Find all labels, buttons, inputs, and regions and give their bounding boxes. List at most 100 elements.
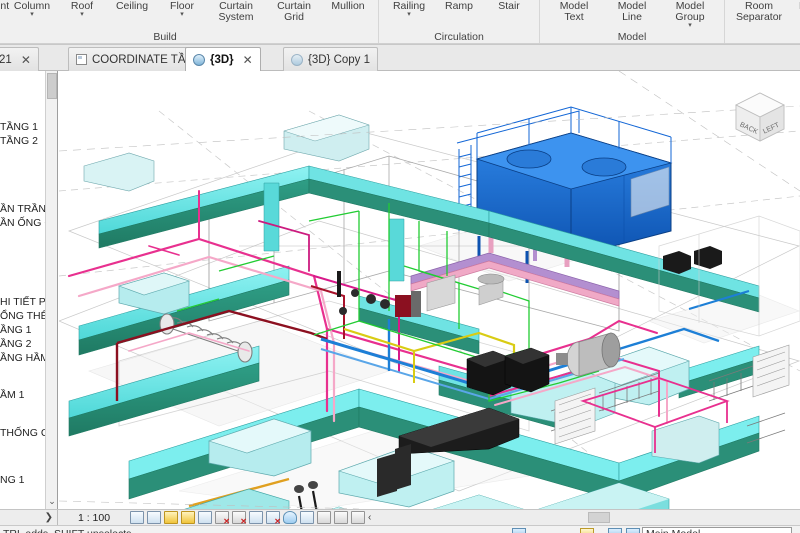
ribbon-button-room[interactable]: Room Separator bbox=[731, 0, 787, 24]
ribbon-panel-title-text: Circulation bbox=[434, 31, 484, 43]
curtain-system-icon bbox=[223, 0, 249, 1]
ribbon-button-model[interactable]: Model Group ▾ bbox=[662, 0, 718, 30]
project-browser-item[interactable]: TẦNG 2 bbox=[0, 135, 38, 148]
ribbon-panel-buttons: Railing ▾ Ramp Stair bbox=[385, 0, 533, 30]
model-text-icon bbox=[561, 0, 587, 1]
temporary-view-properties-icon[interactable] bbox=[300, 511, 314, 524]
reveal-hidden-elements-icon[interactable] bbox=[283, 511, 297, 524]
ribbon-button-label: Stair bbox=[498, 0, 520, 12]
ribbon-button-dropdown-caret-icon[interactable]: ▾ bbox=[688, 22, 692, 29]
curtain-grid-icon bbox=[281, 0, 307, 1]
ribbon-button-label-line2: Text bbox=[564, 11, 584, 23]
filter-icon[interactable] bbox=[580, 528, 594, 533]
ribbon-button-mullion[interactable]: Mullion bbox=[324, 0, 372, 13]
ribbon-button-label: Mullion bbox=[331, 0, 365, 12]
selection-dropdown-caret-icon[interactable]: ⌄ bbox=[567, 529, 575, 533]
view3d-icon bbox=[193, 53, 205, 66]
ribbon-panel-buttons: RoomSeparatorRoom▾TagRoom▾Tag Area▾ bbox=[731, 0, 800, 30]
worksharing-icon[interactable] bbox=[511, 528, 526, 533]
view-cube-geometry: BACK LEFT bbox=[735, 92, 785, 142]
view-tab-label: {3D} Copy 1 bbox=[308, 53, 371, 66]
visual-style-icon[interactable] bbox=[147, 511, 161, 524]
model-line-icon bbox=[619, 0, 645, 1]
ribbon-button-roof[interactable]: Roof ▾ bbox=[58, 0, 106, 19]
ribbon-panel-buttons: Model Text Model Line Model Group ▾ bbox=[546, 0, 718, 30]
crop-view-icon[interactable] bbox=[215, 511, 230, 526]
view-tab-close-icon[interactable]: ✕ bbox=[21, 53, 31, 67]
design-option-caret-icon[interactable]: ⌄ bbox=[781, 527, 788, 533]
view-control-icon-group bbox=[130, 511, 365, 526]
ribbon-button-model[interactable]: Model Text bbox=[546, 0, 602, 24]
stair-icon bbox=[496, 0, 522, 1]
view-tab-3d-copy-1[interactable]: {3D} Copy 1 bbox=[283, 47, 379, 71]
view-scale[interactable]: 1 : 100 bbox=[58, 512, 130, 524]
sheet-icon bbox=[76, 54, 87, 65]
revit-window: Component▾Column▾Roof▾CeilingFloor▾Curta… bbox=[0, 0, 800, 533]
ribbon-button-ceiling[interactable]: Ceiling bbox=[108, 0, 156, 13]
view-tab-label: {3D} bbox=[210, 53, 234, 66]
view-tab-3d[interactable]: {3D} ✕ bbox=[185, 47, 261, 71]
detail-level-icon[interactable] bbox=[130, 511, 144, 524]
scroll-down-arrow-icon[interactable]: ⌄ bbox=[47, 495, 57, 507]
view-tab-close-icon[interactable]: ✕ bbox=[243, 53, 253, 67]
project-browser-item[interactable]: ẦNG HẦM bbox=[0, 352, 49, 365]
expand-arrow-icon[interactable]: ❯ bbox=[45, 512, 53, 523]
ribbon-button-label-line2: Line bbox=[622, 11, 642, 23]
ribbon-button-label-line2: Separator bbox=[735, 11, 783, 23]
analytical-model-icon[interactable] bbox=[317, 511, 331, 524]
active-design-option-icon[interactable] bbox=[626, 528, 640, 533]
ribbon-button-railing[interactable]: Railing ▾ bbox=[385, 0, 433, 19]
project-browser-item[interactable]: NG 1 bbox=[0, 474, 25, 487]
ribbon-button-component[interactable]: Component▾ bbox=[0, 0, 9, 19]
ribbon-button-dropdown-caret-icon[interactable]: ▾ bbox=[407, 11, 411, 18]
ribbon-button-dropdown-caret-icon[interactable]: ▾ bbox=[30, 11, 34, 18]
temporary-hide-isolate-icon[interactable] bbox=[266, 511, 281, 526]
ribbon-button-curtain[interactable]: Curtain System bbox=[208, 0, 264, 24]
view-tab-h-r21[interactable]: H_R21 ✕ bbox=[0, 47, 39, 71]
ribbon-panel-list: Component▾Column▾Roof▾CeilingFloor▾Curta… bbox=[0, 0, 800, 44]
project-browser-item[interactable]: ẦM 1 bbox=[0, 389, 25, 402]
view-cube[interactable]: BACK LEFT bbox=[728, 85, 792, 149]
view-control-chevron-icon[interactable]: ‹ bbox=[368, 512, 371, 523]
worksharing-display-icon[interactable] bbox=[351, 511, 365, 524]
project-browser[interactable]: TẦNG 1TẦNG 2ẦN TRẦN, TƯẦN ỐNG GIÓHI TIẾT… bbox=[0, 71, 58, 509]
design-options-icon[interactable] bbox=[608, 528, 622, 533]
status-resize-handle[interactable] bbox=[588, 512, 610, 523]
design-option-selector[interactable]: Main Model ⌄ bbox=[642, 526, 792, 533]
column-icon bbox=[19, 0, 45, 1]
ribbon-panel-model: Model Text Model Line Model Group ▾ Model bbox=[540, 0, 725, 44]
ribbon-button-curtain[interactable]: Curtain Grid bbox=[266, 0, 322, 24]
ribbon-button-stair[interactable]: Stair bbox=[485, 0, 533, 13]
project-browser-scrollbar[interactable]: ⌄ bbox=[45, 71, 57, 509]
view-tab-bar: H_R21✕COORDINATE TẦNG 1{3D}✕{3D} Copy 1 bbox=[0, 45, 800, 71]
show-crop-region-icon[interactable] bbox=[232, 511, 247, 526]
ramp-icon bbox=[446, 0, 472, 1]
constraints-icon[interactable] bbox=[334, 511, 348, 524]
design-option-value: Main Model bbox=[646, 527, 700, 533]
project-browser-item[interactable]: ẦNG 1 bbox=[0, 324, 32, 337]
ribbon-button-column[interactable]: Column ▾ bbox=[8, 0, 56, 19]
model-canvas-3d[interactable]: BACK LEFT bbox=[59, 71, 800, 509]
ribbon-panel-circulation: Railing ▾ Ramp Stair Circulation bbox=[379, 0, 540, 44]
ribbon-toolbar: Component▾Column▾Roof▾CeilingFloor▾Curta… bbox=[0, 0, 800, 45]
rendering-dialog-icon[interactable] bbox=[198, 511, 212, 524]
ribbon-button-floor[interactable]: Floor ▾ bbox=[158, 0, 206, 19]
ribbon-button-dropdown-caret-icon[interactable]: ▾ bbox=[80, 11, 84, 18]
project-browser-item[interactable]: ẦNG 2 bbox=[0, 338, 32, 351]
ribbon-button-room[interactable]: Room▾ bbox=[789, 0, 800, 19]
scrollbar-thumb[interactable] bbox=[47, 73, 57, 99]
ribbon-button-model[interactable]: Model Line bbox=[604, 0, 660, 24]
browser-expand-area[interactable]: ❯ bbox=[0, 509, 58, 526]
ribbon-panel-buttons: Component▾Column▾Roof▾CeilingFloor▾Curta… bbox=[0, 0, 372, 30]
railing-icon bbox=[396, 0, 422, 1]
project-browser-item[interactable]: TẦNG 1 bbox=[0, 121, 38, 134]
ribbon-button-ramp[interactable]: Ramp bbox=[435, 0, 483, 13]
ribbon-panel-room-area: RoomSeparatorRoom▾TagRoom▾Tag Area▾Room … bbox=[725, 0, 800, 44]
status-bar-content: TRL adds, SHIFT unselects ⌄ Main Model ⌄ bbox=[0, 525, 800, 533]
lock-3d-view-icon[interactable] bbox=[249, 511, 263, 524]
sun-path-icon[interactable] bbox=[164, 511, 178, 524]
shadows-icon[interactable] bbox=[181, 511, 195, 524]
view-tab-label: H_R21 bbox=[0, 53, 12, 66]
ribbon-button-dropdown-caret-icon[interactable]: ▾ bbox=[180, 11, 184, 18]
room-separator-icon bbox=[746, 0, 772, 1]
